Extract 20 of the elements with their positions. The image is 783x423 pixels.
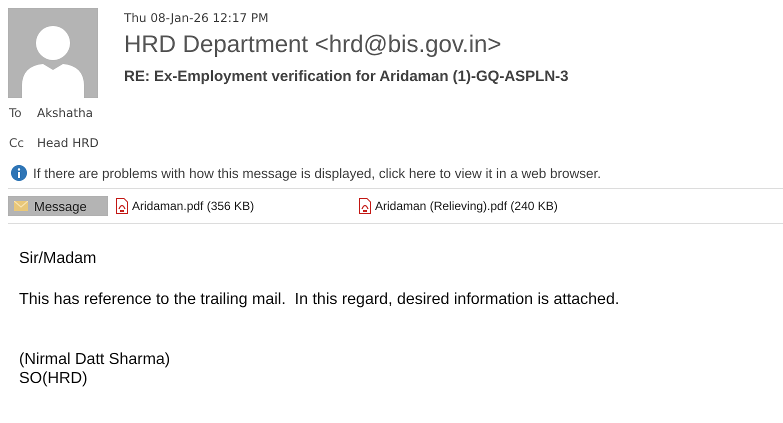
recipient-name: Head HRD [37,136,99,150]
info-icon [11,165,27,181]
recipient-name: Akshatha [37,106,94,120]
sender-name: HRD Department <hrd@bis.gov.in> [124,30,502,60]
email-subject: RE: Ex-Employment verification for Aridaman (1)-GQ-ASPLN-3 [124,67,569,87]
pdf-icon [359,198,371,214]
signature-line: SO(HRD) [19,369,88,388]
sent-date: Thu 08-Jan-26 12:17 PM [124,10,270,27]
message-tab[interactable]: Message [8,196,108,216]
envelope-icon [14,201,28,211]
signature-line: (Nirmal Datt Sharma) [19,350,172,369]
avatar-icon [8,8,98,98]
info-message[interactable]: If there are problems with how this message is displayed, click here to view it in a web browser. [33,166,602,180]
recipient-label: Cc [9,136,25,150]
pdf-icon [116,198,128,214]
body-paragraph: This has reference to the trailing mail. In this regard, desired information is attached. [19,290,620,310]
greeting-text: Sir/Madam [19,249,98,269]
recipient-label: To [9,106,23,120]
attachment-item[interactable]: Aridaman (Relieving).pdf (240 KB) [351,196,594,216]
attachment-item[interactable]: Aridaman.pdf (356 KB) [108,196,351,216]
